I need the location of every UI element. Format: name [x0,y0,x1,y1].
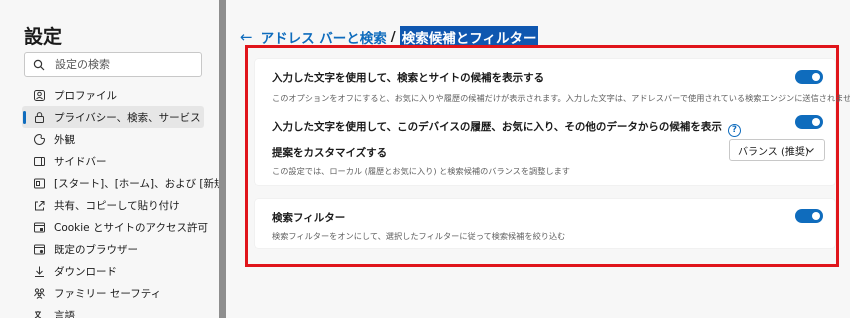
chevron-down-icon [806,148,814,153]
customize-suggestions-desc: この設定では、ローカル (履歴とお気に入り) と検索候補のバランスを調整します [272,166,570,176]
suggestion-balance-select[interactable]: バランス (推奨) [729,139,825,161]
sidebar-item-label: 共有、コピーして貼り付け [54,199,180,212]
sidebar-item-family[interactable]: ファミリー セーフティ [22,283,204,305]
breadcrumb-separator: / [390,29,396,45]
sidebar-item-downloads[interactable]: ダウンロード [22,261,204,283]
local-suggestions-title: 入力した文字を使用して、このデバイスの履歴、お気に入り、その他のデータからの候補… [272,121,722,133]
customize-suggestions-title: 提案をカスタマイズする [272,147,388,159]
download-icon [32,265,46,279]
local-suggestions-toggle[interactable] [795,115,823,129]
search-filter-title: 検索フィルター [272,212,346,224]
search-suggestions-title: 入力した文字を使用して、検索とサイトの候補を表示する [272,72,545,84]
sidebar-item-language[interactable]: 言語 [22,305,204,318]
pane-divider [219,0,226,318]
sidebar-item-label: 言語 [54,310,75,318]
search-suggestions-card: 入力した文字を使用して、検索とサイトの候補を表示する このオプションをオフにする… [255,59,850,185]
sidebar-item-label: プライバシー、検索、サービス [54,111,201,124]
search-filter-card: 検索フィルター 検索フィルターをオンにして、選択したフィルターに従って検索候補を… [255,199,835,248]
local-suggestions-title-row: 入力した文字を使用して、このデバイスの履歴、お気に入り、その他のデータからの候補… [272,119,741,137]
sidebar-item-share[interactable]: 共有、コピーして貼り付け [22,194,204,216]
settings-nav: プロファイル プライバシー、検索、サービス 外観 サイドバー [スタート]、[ホ… [22,84,253,318]
sidebar-item-start-home[interactable]: [スタート]、[ホーム]、および [新規] タブ [22,172,253,194]
sidebar-item-label: 外観 [54,133,75,146]
sidebar-item-label: 既定のブラウザー [54,244,138,257]
sidebar-item-label: ファミリー セーフティ [54,288,162,301]
share-icon [32,198,46,212]
sidebar-item-sidebar[interactable]: サイドバー [22,150,204,172]
sidebar-item-appearance[interactable]: 外観 [22,128,204,150]
sidebar-item-label: Cookie とサイトのアクセス許可 [54,222,208,235]
settings-search-box[interactable] [24,52,202,77]
sidebar-item-label: サイドバー [54,155,107,168]
settings-content: ← アドレス バーと検索 / 検索候補とフィルター 入力した文字を使用して、検索… [226,0,850,318]
family-icon [32,287,46,301]
sidebar-item-cookies[interactable]: Cookie とサイトのアクセス許可 [22,217,208,239]
browser-icon [32,243,46,257]
sidebar-item-default-browser[interactable]: 既定のブラウザー [22,239,204,261]
home-tab-icon [32,176,46,190]
sidebar-item-privacy[interactable]: プライバシー、検索、サービス [22,106,204,129]
search-filter-desc: 検索フィルターをオンにして、選択したフィルターに従って検索候補を絞り込む [272,231,566,241]
help-icon[interactable]: ? [727,123,741,137]
sidebar-item-label: ダウンロード [54,266,117,279]
profile-icon [32,88,46,102]
sidebar-icon [32,154,46,168]
search-icon [33,59,45,70]
lock-icon [32,110,46,124]
language-icon [32,309,46,318]
sidebar-item-label: プロファイル [54,89,117,102]
back-arrow-icon[interactable]: ← [240,28,253,46]
appearance-icon [32,132,46,146]
search-suggestions-toggle[interactable] [795,70,823,84]
search-suggestions-desc: このオプションをオフにすると、お気に入りや履歴の候補だけが表示されます。入力した… [272,93,850,103]
settings-sidebar: 設定 プロファイル プライバシー、検索、サービス 外観 サイドバー [スタート]… [0,0,253,318]
settings-search-input[interactable] [55,58,195,71]
suggestion-balance-value: バランス (推奨) [738,146,809,158]
sidebar-title: 設定 [24,26,63,48]
breadcrumb-parent-link[interactable]: アドレス バーと検索 [261,27,387,47]
cookie-icon [32,221,46,235]
sidebar-item-profile[interactable]: プロファイル [22,84,204,106]
search-filter-toggle[interactable] [795,209,823,223]
